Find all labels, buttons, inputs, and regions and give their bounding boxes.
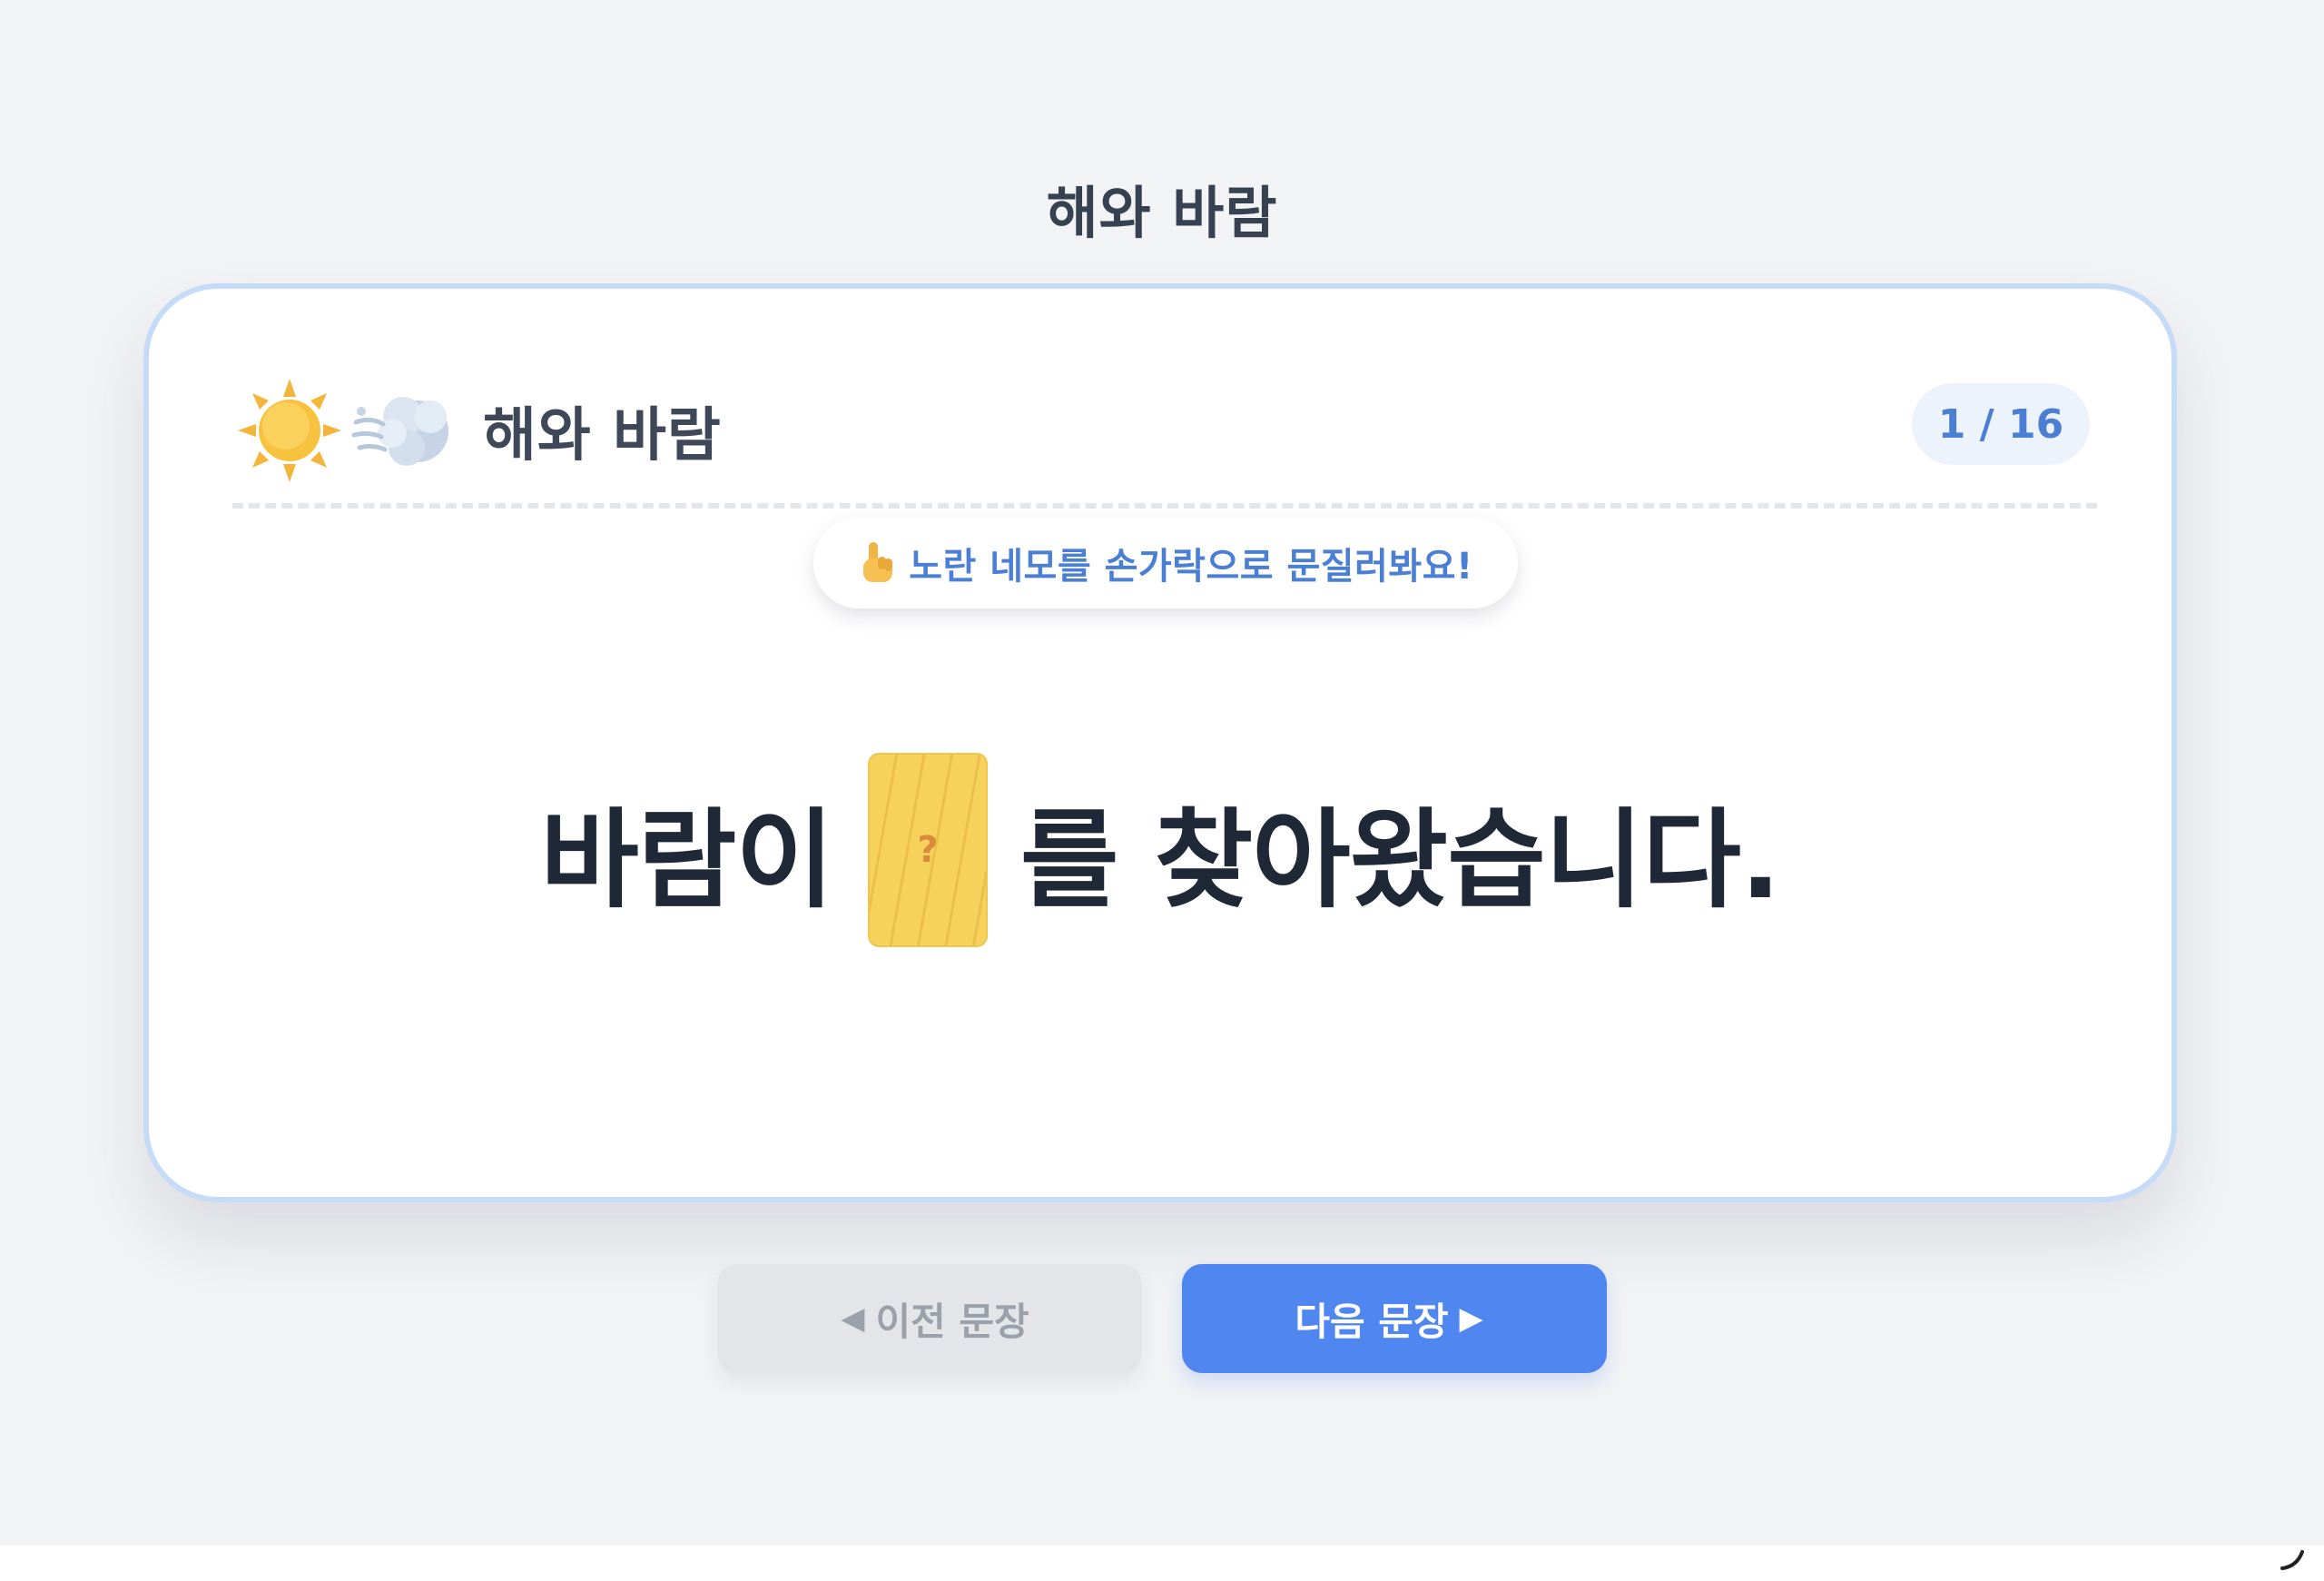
card-title: 해와 바람 bbox=[483, 402, 722, 469]
prev-arrow-icon: ◀ bbox=[841, 1300, 865, 1337]
bottom-strip bbox=[0, 1546, 2324, 1581]
resize-handle-icon[interactable] bbox=[2279, 1541, 2311, 1574]
wind-face-icon bbox=[350, 377, 458, 484]
next-label: 다음 문장 bbox=[1295, 1299, 1449, 1344]
prev-sentence-button[interactable]: ◀ 이전 문장 bbox=[717, 1264, 1142, 1373]
scratch-blank[interactable]: ? bbox=[867, 753, 988, 947]
sun-icon bbox=[236, 377, 343, 484]
sentence-before: 바람이 bbox=[540, 796, 834, 923]
header-divider bbox=[232, 503, 2097, 509]
sentence-after: 를 찾아왔습니다. bbox=[1019, 796, 1781, 923]
question-mark: ? bbox=[917, 829, 939, 871]
pointing-finger-icon bbox=[858, 540, 898, 586]
next-arrow-icon: ▶ bbox=[1459, 1300, 1483, 1337]
prev-label: 이전 문장 bbox=[875, 1299, 1029, 1344]
page-title: 해와 바람 bbox=[1046, 180, 1278, 246]
progress-badge: 1 / 16 bbox=[1912, 383, 2090, 465]
next-sentence-button[interactable]: 다음 문장 ▶ bbox=[1182, 1264, 1607, 1373]
hint-pill: 노란 네모를 손가락으로 문질러봐요! bbox=[813, 518, 1518, 608]
hint-text: 노란 네모를 손가락으로 문질러봐요! bbox=[909, 546, 1473, 588]
story-card: 해와 바람 1 / 16 노란 네모를 손가락으로 문질러봐요! 바람이 ? 를… bbox=[143, 283, 2177, 1202]
card-header: 해와 바람 bbox=[236, 376, 722, 485]
sentence: 바람이 ? 를 찾아왔습니다. bbox=[149, 750, 2171, 950]
